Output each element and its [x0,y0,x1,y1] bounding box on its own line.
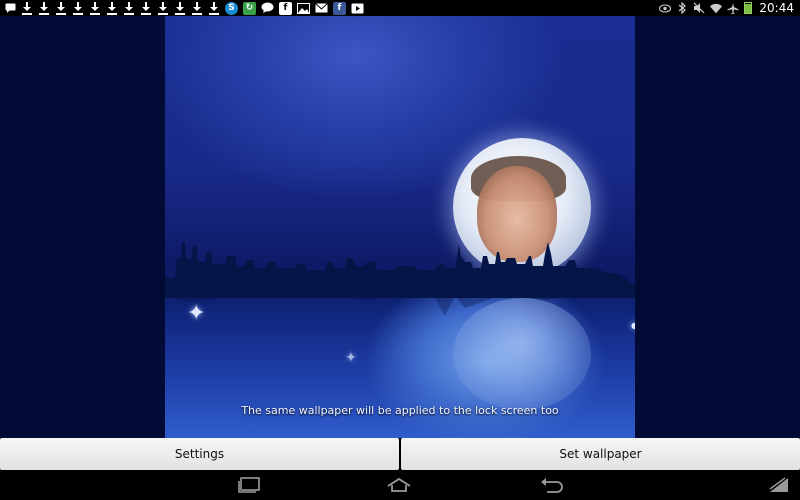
message-icon [4,1,16,15]
download-icon [55,1,67,15]
sparkle-icon: ✦ [187,301,206,326]
action-button-bar: Settings Set wallpaper [0,438,800,470]
download-icon [140,1,152,15]
airplane-icon [727,1,739,15]
sparkle-icon: ● [631,321,635,330]
left-background-panel [0,16,165,438]
flipboard-icon: f [279,1,292,15]
download-icon [38,1,50,15]
navigation-bar [0,470,800,500]
download-icon [106,1,118,15]
sparkle-icon: ✦ [345,350,357,366]
skype-icon: S [225,1,238,15]
email-icon [315,2,328,15]
clock: 20:44 [759,1,794,15]
mute-icon [693,1,705,15]
eye-icon [659,1,672,15]
download-icon [123,1,135,15]
download-icon [21,1,33,15]
facebook-icon: f [333,1,346,15]
recent-apps-icon[interactable] [236,475,262,495]
settings-button[interactable]: Settings [0,438,399,470]
wallpaper-preview: ✦ ✦ ● The same wallpaper will be applied… [165,16,635,438]
home-icon[interactable] [386,475,412,495]
status-bar: S ↻ f f 20:44 [0,0,800,16]
lock-screen-note: The same wallpaper will be applied to th… [241,404,559,417]
right-background-panel [635,16,800,438]
image-icon [297,2,310,15]
system-icons: 20:44 [659,0,794,16]
set-wallpaper-button[interactable]: Set wallpaper [401,438,800,470]
battery-icon [744,2,753,14]
download-icon [157,1,169,15]
back-icon[interactable] [538,475,564,495]
notification-icons[interactable]: S ↻ f f [4,0,364,16]
chat-bubble-icon [261,2,274,15]
screenshot-icon[interactable] [766,475,792,495]
download-icon [89,1,101,15]
play-store-icon [351,2,364,15]
download-icon [208,1,220,15]
wifi-icon [710,1,723,15]
city-skyline [165,242,635,298]
bluetooth-icon [676,1,688,15]
download-icon [191,1,203,15]
download-icon [72,1,84,15]
download-icon [174,1,186,15]
app-update-icon: ↻ [243,1,256,15]
